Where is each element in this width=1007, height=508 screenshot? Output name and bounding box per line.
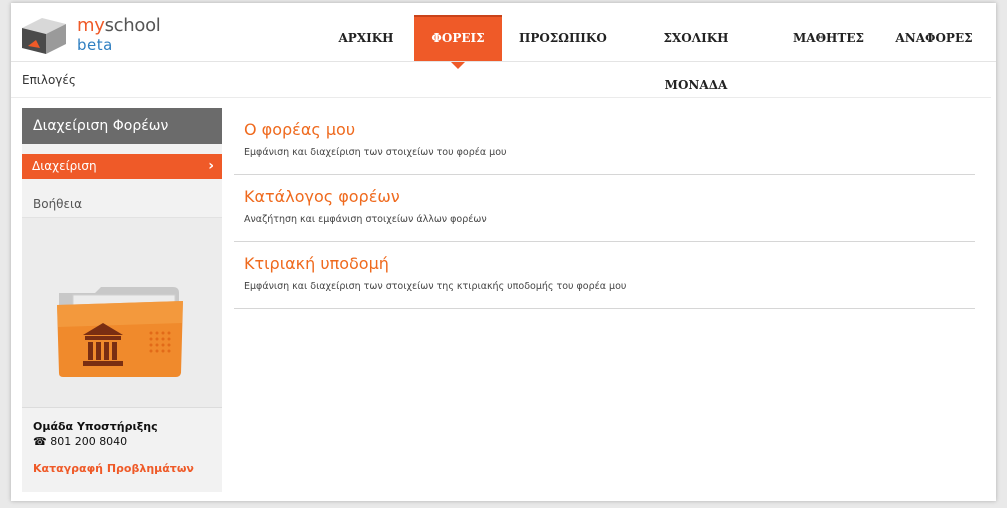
bodies-catalog-link[interactable]: Κατάλογος φορέων: [244, 187, 975, 206]
sidebar-illustration: [22, 218, 222, 408]
nav-item-school-unit[interactable]: ΣΧΟΛΙΚΗ ΜΟΝΑΔΑ: [636, 15, 756, 92]
my-body-link[interactable]: Ο φορέας μου: [244, 120, 975, 139]
sidebar: Διαχείριση Φορέων Διαχείριση › Βοήθεια Ο…: [22, 108, 222, 492]
nav-item-bodies[interactable]: ΦΟΡΕΙΣ: [414, 15, 502, 69]
nav-item-staff[interactable]: ΠΡΟΣΩΠΙΚΟ: [519, 15, 607, 62]
phone-icon: ☎: [33, 435, 47, 448]
entry-description: Αναζήτηση και εμφάνιση στοιχείων άλλων φ…: [244, 214, 487, 225]
sidebar-title: Διαχείριση Φορέων: [22, 108, 222, 144]
entry-description: Εμφάνιση και διαχείριση των στοιχείων τη…: [244, 281, 627, 292]
header: myschool beta ΑΡΧΙΚΗ ΦΟΡΕΙΣ ΠΡΟΣΩΠΙΚΟ ΣΧ…: [11, 3, 996, 92]
support-phone: ☎ 801 200 8040: [33, 435, 194, 448]
sidebar-item-help[interactable]: Βοήθεια: [22, 190, 222, 218]
header-divider: [11, 61, 996, 62]
sidebar-item-manage[interactable]: Διαχείριση ›: [22, 154, 222, 179]
support-team-label: Ομάδα Υποστήριξης: [33, 420, 158, 433]
report-problems-link[interactable]: Καταγραφή Προβλημάτων: [33, 462, 194, 475]
nav-item-students[interactable]: ΜΑΘΗΤΕΣ: [793, 15, 864, 62]
list-item: Ο φορέας μου Εμφάνιση και διαχείριση των…: [234, 108, 975, 175]
entry-description: Εμφάνιση και διαχείριση των στοιχείων το…: [244, 147, 507, 158]
support-phone-number: 801 200 8040: [50, 435, 128, 448]
support-info: Ομάδα Υποστήριξης ☎ 801 200 8040 Καταγρα…: [33, 420, 194, 475]
page: myschool beta ΑΡΧΙΚΗ ΦΟΡΕΙΣ ΠΡΟΣΩΠΙΚΟ ΣΧ…: [11, 3, 996, 501]
list-item: Κτιριακή υποδομή Εμφάνιση και διαχείριση…: [234, 242, 975, 309]
nav-item-reports[interactable]: ΑΝΑΦΟΡΕΣ: [895, 15, 973, 62]
main-content: Ο φορέας μου Εμφάνιση και διαχείριση των…: [234, 108, 975, 309]
folder-building-icon: [57, 287, 183, 377]
chevron-right-icon: ›: [208, 158, 214, 174]
breadcrumb: Επιλογές: [22, 73, 76, 87]
main-nav: ΑΡΧΙΚΗ ΦΟΡΕΙΣ ΠΡΟΣΩΠΙΚΟ ΣΧΟΛΙΚΗ ΜΟΝΑΔΑ Μ…: [11, 15, 996, 92]
nav-item-home[interactable]: ΑΡΧΙΚΗ: [337, 15, 395, 62]
list-item: Κατάλογος φορέων Αναζήτηση και εμφάνιση …: [234, 175, 975, 242]
sidebar-item-label: Διαχείριση: [32, 159, 97, 173]
building-infrastructure-link[interactable]: Κτιριακή υποδομή: [244, 254, 975, 273]
breadcrumb-divider: [11, 97, 991, 98]
